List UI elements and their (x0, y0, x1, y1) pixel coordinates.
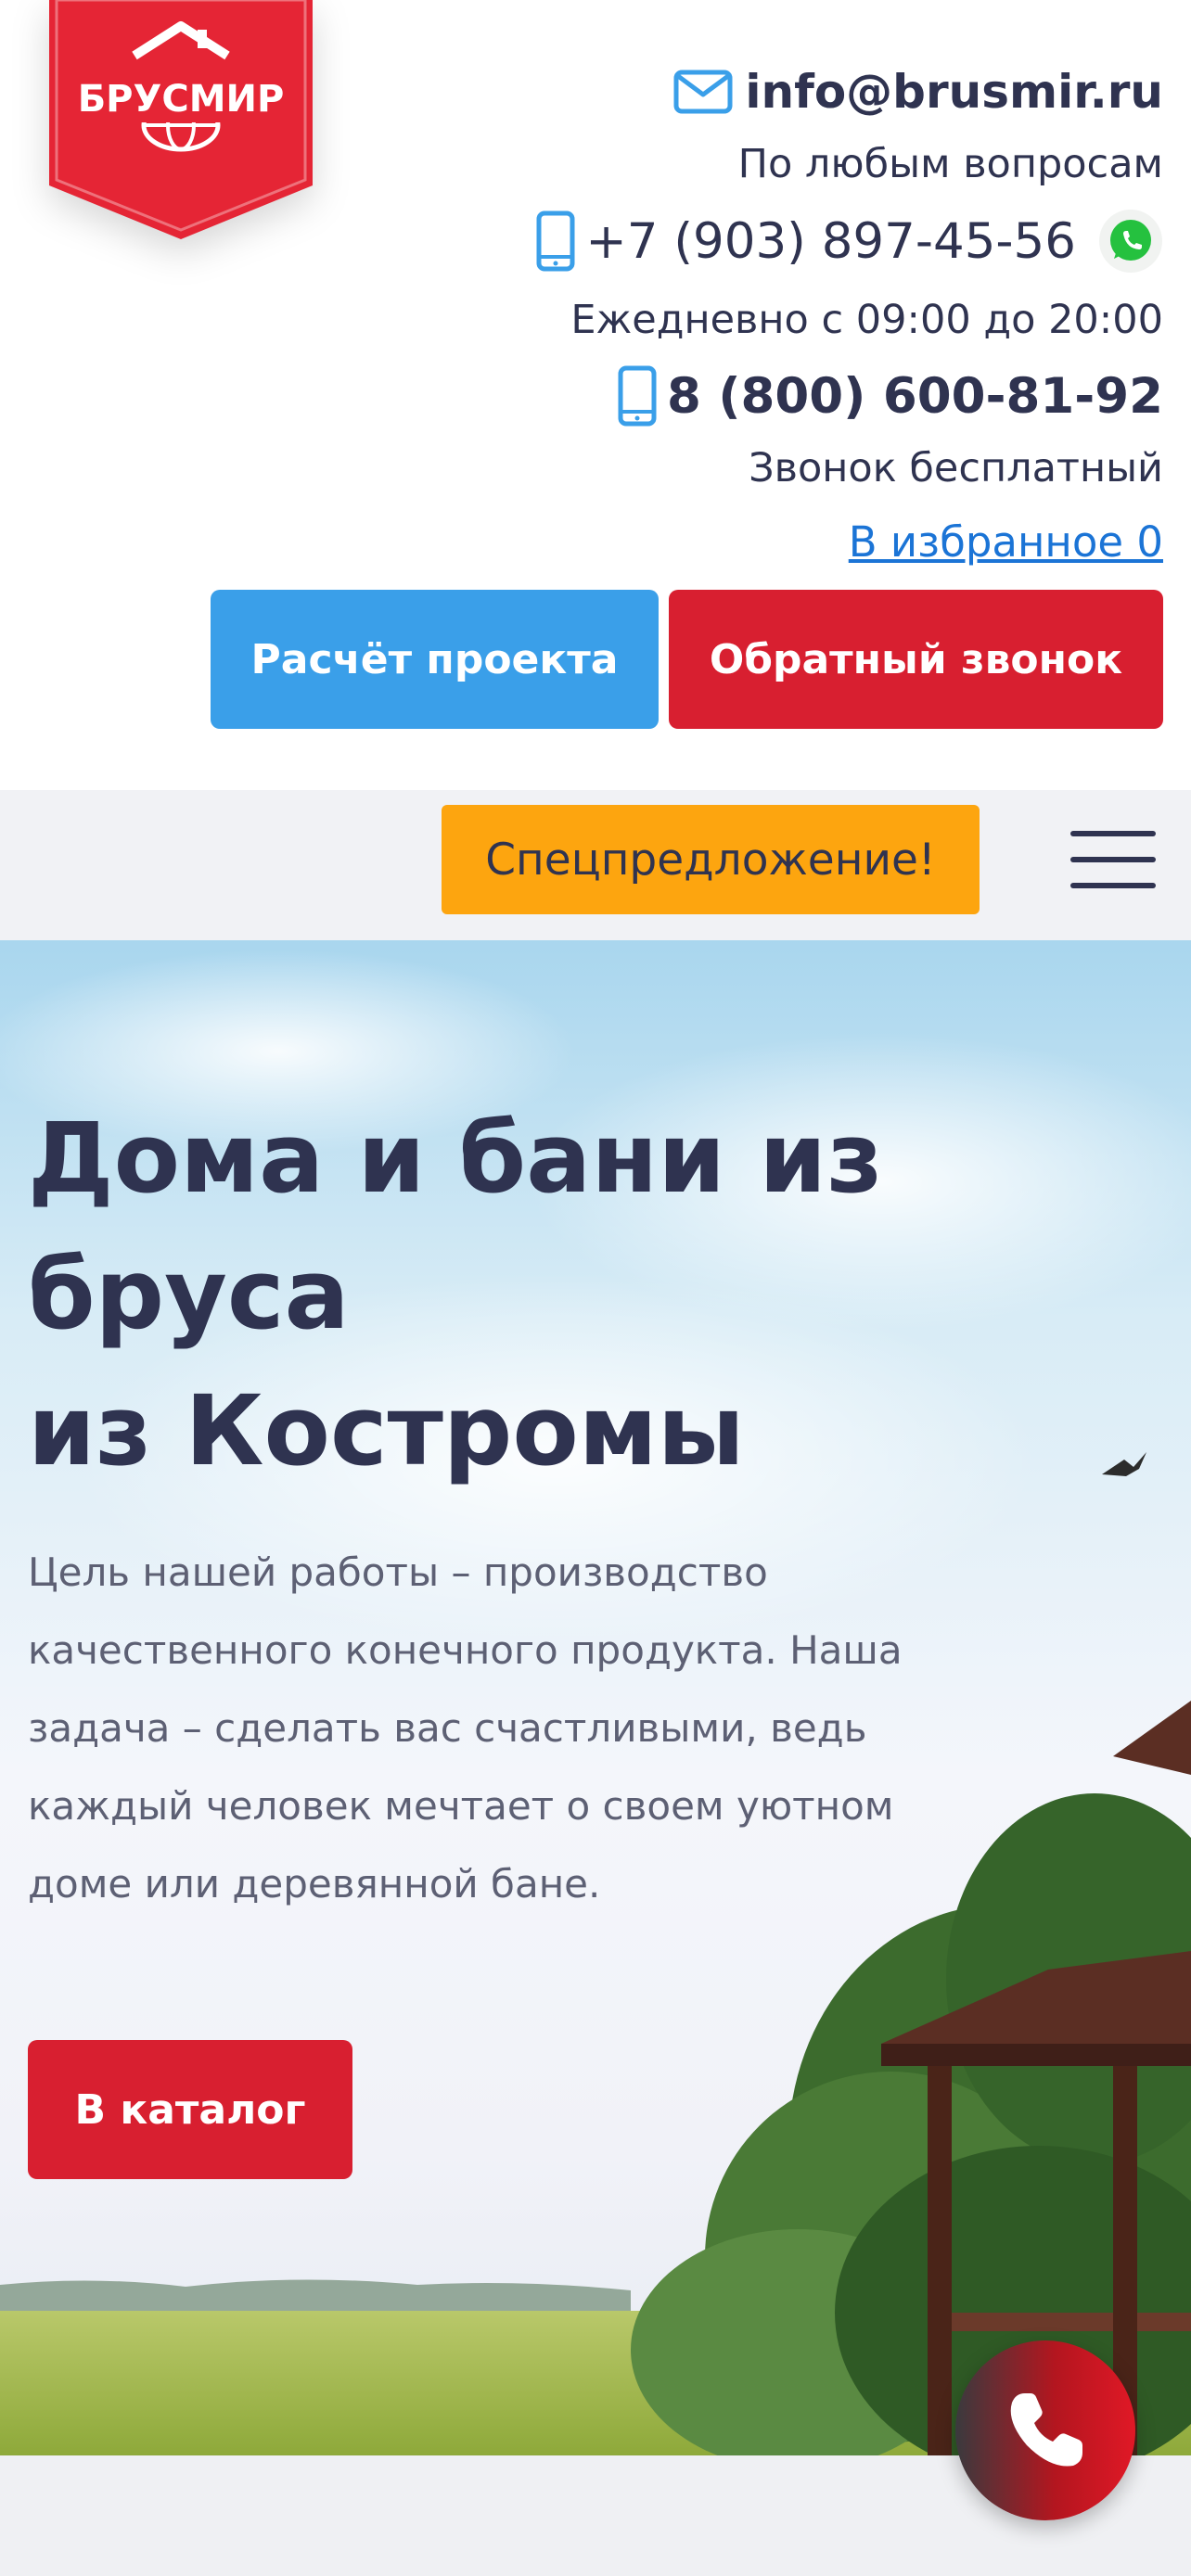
callback-button[interactable]: Обратный звонок (669, 590, 1163, 729)
hero-title: Дома и бани из бруса из Костромы (28, 1090, 883, 1499)
nav-bar: Спецпредложение! (0, 790, 1191, 940)
phone-handset-icon (1010, 2393, 1082, 2467)
hero-title-line: Дома и бани из (28, 1102, 883, 1215)
free-phone-contact[interactable]: 8 (800) 600-81-92 (617, 363, 1163, 428)
whatsapp-icon[interactable] (1098, 209, 1163, 274)
hero-desc-line: доме или деревянной бане. (28, 1861, 601, 1906)
hero-description: Цель нашей работы – производство качеств… (28, 1534, 955, 1923)
mail-icon (673, 70, 733, 114)
special-offer-button[interactable]: Спецпредложение! (442, 805, 980, 914)
mobile-phone-icon (618, 365, 657, 427)
site-header: БРУСМИР info@brusmir.ru По любым вопроса… (0, 0, 1191, 790)
hero-desc-line: Цель нашей работы – производство (28, 1549, 768, 1595)
hero-desc-line: качественного конечного продукта. Наша (28, 1627, 903, 1673)
svg-text:БРУСМИР: БРУСМИР (78, 78, 285, 121)
hamburger-menu-icon[interactable] (1070, 831, 1156, 890)
brusmir-logo[interactable]: БРУСМИР (49, 0, 313, 239)
hero-title-line: бруса (28, 1238, 350, 1351)
catalog-button[interactable]: В каталог (28, 2040, 352, 2179)
favorites-link[interactable]: В избранное 0 (849, 517, 1163, 567)
hero-title-line: из Костромы (28, 1374, 745, 1487)
email-text[interactable]: info@brusmir.ru (745, 65, 1163, 119)
hero-desc-line: каждый человек мечтает о своем уютном (28, 1783, 894, 1829)
calc-project-button[interactable]: Расчёт проекта (211, 590, 659, 729)
hero-section: Дома и бани из бруса из Костромы Цель на… (0, 940, 1191, 2455)
mobile-phone-icon (536, 210, 575, 272)
call-fab-button[interactable] (955, 2340, 1135, 2520)
hero-desc-line: задача – сделать вас счастливыми, ведь (28, 1705, 867, 1751)
free-call-label: Звонок бесплатный (749, 445, 1163, 491)
main-phone-number[interactable]: +7 (903) 897-45-56 (585, 213, 1076, 270)
main-phone-contact[interactable]: +7 (903) 897-45-56 (535, 206, 1163, 276)
any-questions-label: По любым вопросам (737, 141, 1163, 187)
email-contact[interactable]: info@brusmir.ru (672, 59, 1163, 124)
working-hours: Ежедневно с 09:00 до 20:00 (570, 297, 1163, 343)
free-phone-number[interactable]: 8 (800) 600-81-92 (667, 368, 1163, 425)
